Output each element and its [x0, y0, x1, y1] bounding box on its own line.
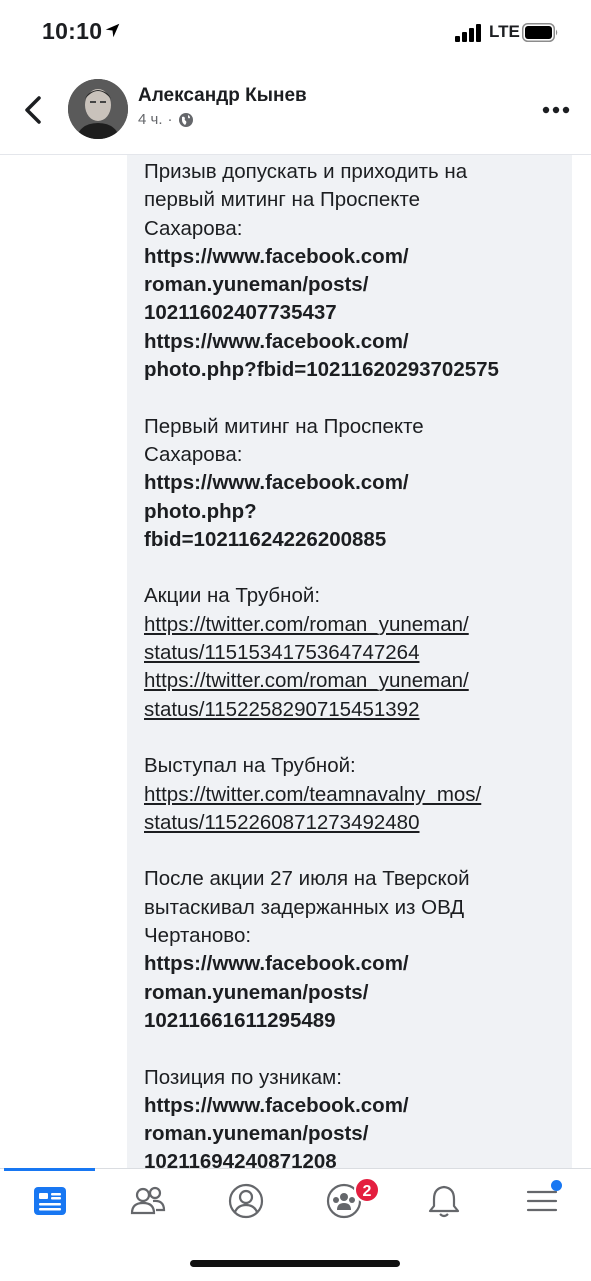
profile-icon	[228, 1183, 264, 1219]
menu-notification-dot	[551, 1180, 562, 1191]
post-paragraph: Первый митинг на Проспекте Сахарова: https…	[144, 413, 574, 554]
nav-news-feed[interactable]	[30, 1181, 70, 1221]
post-bold-url: roman.yuneman/posts/	[144, 980, 369, 1004]
post-text: Призыв допускать и приходить на первый ми…	[144, 158, 574, 1168]
post-link[interactable]: status/1152258290715451392	[144, 696, 574, 724]
post-text-line: Выступал на Трубной:	[144, 754, 356, 778]
post-link[interactable]: https://twitter.com/roman_yuneman/	[144, 611, 574, 639]
post-bold-url: photo.php?	[144, 499, 257, 523]
status-bar: 10:10 LTE	[0, 0, 591, 66]
meta-separator: ·	[167, 111, 173, 128]
post-bold-url: https://www.facebook.com/	[144, 329, 409, 353]
post-paragraph: Акции на Трубной: https://twitter.com/rom…	[144, 582, 574, 723]
post-bold-url: https://www.facebook.com/	[144, 471, 409, 495]
post-text-line: После акции 27 июля на Тверской	[144, 867, 470, 891]
post-bold-url: https://www.facebook.com/	[144, 952, 409, 976]
nav-notifications[interactable]	[424, 1181, 464, 1221]
post-bold-url: https://www.facebook.com/	[144, 244, 409, 268]
back-arrow-icon[interactable]	[22, 95, 44, 125]
battery-icon	[522, 23, 558, 42]
cellular-signal-icon	[455, 24, 481, 42]
post-link[interactable]: status/1151534175364747264	[144, 639, 574, 667]
post-bold-url: https://www.facebook.com/	[144, 1093, 409, 1117]
author-name[interactable]: Александр Кынев	[138, 85, 307, 107]
post-text-line: вытаскивал задержанных из ОВД	[144, 895, 465, 919]
post-paragraph: Позиция по узникам: https://www.facebook.…	[144, 1064, 574, 1169]
post-text-line: Сахарова:	[144, 216, 243, 240]
post-paragraph: После акции 27 июля на Тверской вытаскива…	[144, 865, 574, 1035]
friends-icon	[130, 1186, 166, 1215]
post-bold-url: 10211694240871208	[144, 1150, 337, 1168]
more-options-icon[interactable]	[542, 105, 570, 115]
post-text-line: Чертаново:	[144, 924, 252, 948]
post-paragraph: Выступал на Трубной: https://twitter.com/…	[144, 752, 574, 837]
post-paragraph: Призыв допускать и приходить на первый ми…	[144, 158, 574, 384]
nav-friends[interactable]	[128, 1181, 168, 1221]
network-type: LTE	[489, 22, 520, 41]
post-text-line: Позиция по узникам:	[144, 1065, 342, 1089]
post-link[interactable]: https://twitter.com/roman_yuneman/	[144, 667, 574, 695]
post-bold-url: photo.php?fbid=10211620293702575	[144, 358, 499, 382]
post-text-line: Сахарова:	[144, 442, 243, 466]
post-bold-url: 10211661611295489	[144, 1008, 336, 1032]
post-text-line: первый митинг на Проспекте	[144, 188, 421, 212]
post-time[interactable]: 4 ч.	[138, 111, 163, 128]
home-indicator	[190, 1260, 400, 1267]
bell-icon	[428, 1185, 460, 1218]
post-bold-url: fbid=10211624226200885	[144, 527, 387, 551]
post-bold-url: 10211602407735437	[144, 301, 337, 325]
post-meta: 4 ч. ·	[138, 111, 194, 128]
status-time: 10:10	[42, 18, 103, 44]
post-bold-url: roman.yuneman/posts/	[144, 273, 369, 297]
active-tab-indicator	[4, 1168, 95, 1171]
globe-icon	[178, 112, 193, 127]
groups-badge: 2	[354, 1177, 380, 1203]
location-arrow-icon	[105, 23, 120, 38]
post-text-line: Призыв допускать и приходить на	[144, 160, 468, 183]
post-header: Александр Кынев 4 ч. ·	[0, 66, 591, 154]
nav-profile[interactable]	[226, 1181, 266, 1221]
post-bold-url: roman.yuneman/posts/	[144, 1122, 369, 1146]
post-text-line: Первый митинг на Проспекте	[144, 414, 424, 438]
news-feed-icon	[34, 1187, 66, 1215]
post-link[interactable]: https://twitter.com/teamnavalny_mos/	[144, 781, 574, 809]
post-link[interactable]: status/1152260871273492480	[144, 809, 574, 837]
post-text-line: Акции на Трубной:	[144, 584, 321, 608]
post-content-area: Призыв допускать и приходить на первый ми…	[0, 155, 591, 1168]
author-avatar[interactable]	[68, 79, 128, 139]
